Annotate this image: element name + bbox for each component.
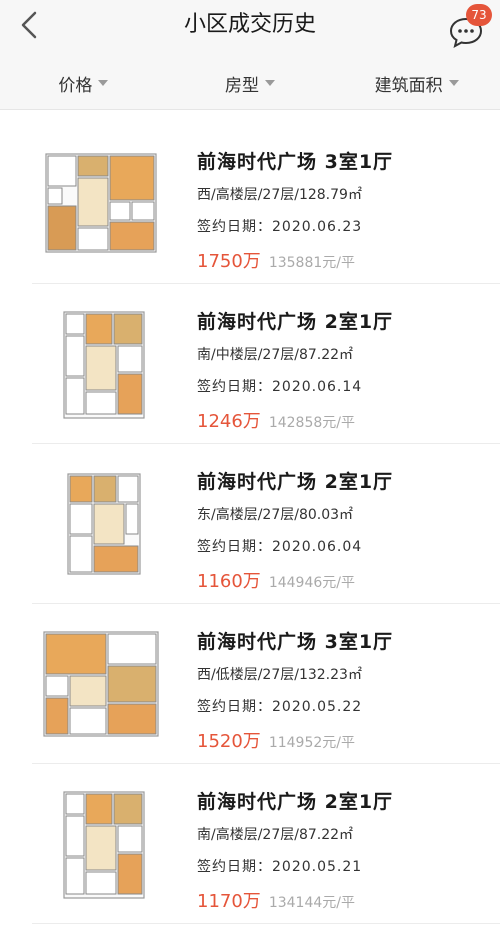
- top-bar: 小区成交历史 73 价格 房型 建筑面积: [0, 0, 500, 110]
- list-item[interactable]: 前海时代广场 2室1厅 南/高楼层/27层/87.22㎡ 签约日期：2020.0…: [0, 764, 500, 924]
- total-price: 1160万: [197, 571, 261, 592]
- filter-area[interactable]: 建筑面积: [333, 58, 500, 108]
- total-price: 1750万: [197, 251, 261, 272]
- filter-label: 建筑面积: [374, 75, 443, 96]
- floor-plan-image: [45, 153, 157, 253]
- list-item[interactable]: 前海时代广场 3室1厅 西/低楼层/27层/132.23㎡ 签约日期：2020.…: [0, 604, 500, 764]
- unit-price: 135881元/平: [268, 255, 355, 271]
- listing-title: 前海时代广场 2室1厅: [197, 791, 394, 813]
- caret-down-icon: [448, 80, 459, 86]
- listing-details: 西/低楼层/27层/132.23㎡: [197, 667, 362, 683]
- filter-layout[interactable]: 房型: [167, 58, 334, 108]
- sign-date: 签约日期：2020.06.04: [197, 539, 363, 555]
- listing-details: 南/中楼层/27层/87.22㎡: [197, 347, 354, 363]
- listing-info: 前海时代广场 3室1厅 西/低楼层/27层/132.23㎡ 签约日期：2020.…: [197, 628, 487, 753]
- price-line: 1750万 135881元/平: [197, 247, 487, 273]
- unit-price: 114952元/平: [268, 735, 355, 751]
- filter-bar: 价格 房型 建筑面积: [0, 58, 500, 108]
- list-item[interactable]: 前海时代广场 2室1厅 南/中楼层/27层/87.22㎡ 签约日期：2020.0…: [0, 284, 500, 444]
- list-item[interactable]: 前海时代广场 2室1厅 东/高楼层/27层/80.03㎡ 签约日期：2020.0…: [0, 444, 500, 604]
- listing-title: 前海时代广场 3室1厅: [197, 631, 394, 653]
- total-price: 1246万: [197, 411, 261, 432]
- sign-date: 签约日期：2020.05.22: [197, 699, 363, 715]
- listing-title: 前海时代广场 2室1厅: [197, 471, 394, 493]
- price-line: 1160万 144946元/平: [197, 567, 487, 593]
- caret-down-icon: [265, 80, 275, 86]
- filter-label: 房型: [225, 75, 259, 96]
- unread-badge: 73: [466, 4, 492, 26]
- listing-info: 前海时代广场 2室1厅 南/中楼层/27层/87.22㎡ 签约日期：2020.0…: [197, 308, 487, 433]
- floor-plan-image: [63, 791, 145, 899]
- listing-info: 前海时代广场 3室1厅 西/高楼层/27层/128.79㎡ 签约日期：2020.…: [197, 148, 487, 273]
- listing-info: 前海时代广场 2室1厅 南/高楼层/27层/87.22㎡ 签约日期：2020.0…: [197, 788, 487, 913]
- floor-plan-image: [67, 473, 141, 575]
- floor-plan-image: [43, 631, 159, 737]
- price-line: 1170万 134144元/平: [197, 887, 487, 913]
- list-item[interactable]: 前海时代广场 3室1厅 西/高楼层/27层/128.79㎡ 签约日期：2020.…: [0, 124, 500, 284]
- total-price: 1170万: [197, 891, 261, 912]
- listing-info: 前海时代广场 2室1厅 东/高楼层/27层/80.03㎡ 签约日期：2020.0…: [197, 468, 487, 593]
- total-price: 1520万: [197, 731, 261, 752]
- price-line: 1246万 142858元/平: [197, 407, 487, 433]
- unit-price: 142858元/平: [268, 415, 355, 431]
- page-title: 小区成交历史: [183, 12, 316, 37]
- transaction-list: 前海时代广场 3室1厅 西/高楼层/27层/128.79㎡ 签约日期：2020.…: [0, 124, 500, 924]
- unit-price: 134144元/平: [268, 895, 355, 911]
- filter-price[interactable]: 价格: [0, 58, 167, 108]
- price-line: 1520万 114952元/平: [197, 727, 487, 753]
- listing-title: 前海时代广场 3室1厅: [197, 151, 394, 173]
- filter-label: 价格: [58, 75, 93, 96]
- sign-date: 签约日期：2020.05.21: [197, 859, 363, 875]
- unit-price: 144946元/平: [268, 575, 355, 591]
- floor-plan-image: [63, 311, 145, 419]
- listing-details: 西/高楼层/27层/128.79㎡: [197, 187, 362, 203]
- sign-date: 签约日期：2020.06.23: [197, 219, 363, 235]
- caret-down-icon: [98, 80, 109, 86]
- sign-date: 签约日期：2020.06.14: [197, 379, 363, 395]
- listing-details: 东/高楼层/27层/80.03㎡: [197, 507, 354, 523]
- message-button[interactable]: 73: [448, 4, 492, 48]
- listing-details: 南/高楼层/27层/87.22㎡: [197, 827, 354, 843]
- listing-title: 前海时代广场 2室1厅: [197, 311, 394, 333]
